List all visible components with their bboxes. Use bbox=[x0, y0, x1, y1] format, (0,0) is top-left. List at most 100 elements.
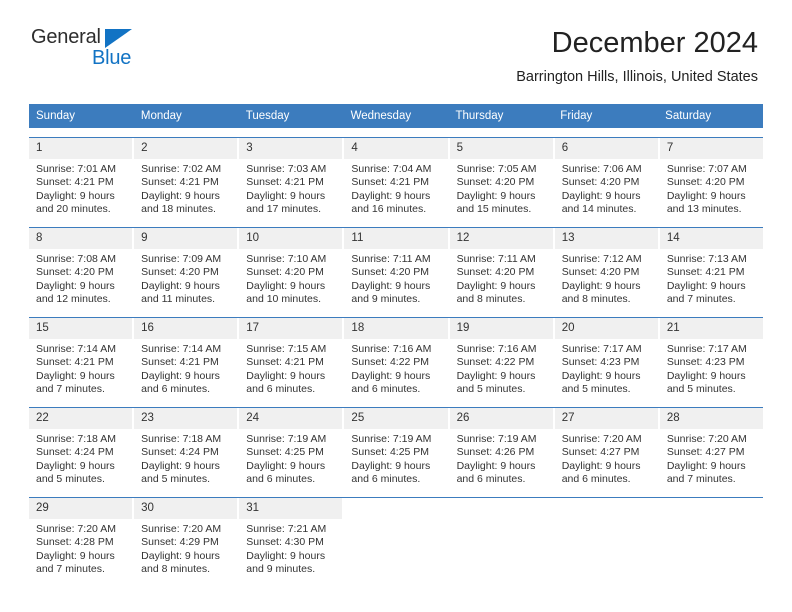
day-cell[interactable]: 16 Sunrise: 7:14 AM Sunset: 4:21 PM Dayl… bbox=[134, 318, 238, 398]
sunrise-text: Sunrise: 7:17 AM bbox=[666, 343, 747, 355]
daylight-text-line2: and 15 minutes. bbox=[456, 203, 532, 216]
day-cell[interactable]: 1 Sunrise: 7:01 AM Sunset: 4:21 PM Dayli… bbox=[29, 138, 133, 218]
day-cell[interactable]: 20 Sunrise: 7:17 AM Sunset: 4:23 PM Dayl… bbox=[554, 318, 658, 398]
day-details: Sunrise: 7:14 AM Sunset: 4:21 PM Dayligh… bbox=[134, 339, 237, 397]
daylight-text-line2: and 9 minutes. bbox=[246, 563, 316, 576]
day-details: Sunrise: 7:13 AM Sunset: 4:21 PM Dayligh… bbox=[660, 249, 763, 307]
daylight-text-line2: and 6 minutes. bbox=[561, 473, 631, 486]
day-number: 2 bbox=[134, 138, 238, 159]
daylight-text-line1: Daylight: 9 hours bbox=[666, 279, 746, 292]
day-cell[interactable]: 29 Sunrise: 7:20 AM Sunset: 4:28 PM Dayl… bbox=[29, 498, 133, 578]
sunrise-text: Sunrise: 7:18 AM bbox=[141, 433, 222, 445]
day-cell[interactable]: 5 Sunrise: 7:05 AM Sunset: 4:20 PM Dayli… bbox=[449, 138, 553, 218]
day-cell[interactable]: 10 Sunrise: 7:10 AM Sunset: 4:20 PM Dayl… bbox=[239, 228, 343, 308]
day-number: 10 bbox=[239, 228, 343, 249]
sunset-text: Sunset: 4:21 PM bbox=[351, 176, 430, 189]
day-cell[interactable]: 18 Sunrise: 7:16 AM Sunset: 4:22 PM Dayl… bbox=[344, 318, 448, 398]
day-details: Sunrise: 7:02 AM Sunset: 4:21 PM Dayligh… bbox=[134, 159, 237, 217]
sunrise-text: Sunrise: 7:20 AM bbox=[36, 523, 116, 535]
day-details: Sunrise: 7:20 AM Sunset: 4:29 PM Dayligh… bbox=[134, 519, 237, 577]
day-details: Sunrise: 7:19 AM Sunset: 4:25 PM Dayligh… bbox=[344, 429, 447, 487]
day-details: Sunrise: 7:21 AM Sunset: 4:30 PM Dayligh… bbox=[239, 519, 342, 577]
sunset-text: Sunset: 4:20 PM bbox=[141, 266, 219, 279]
day-cell[interactable]: 26 Sunrise: 7:19 AM Sunset: 4:26 PM Dayl… bbox=[449, 408, 553, 488]
daylight-text-line1: Daylight: 9 hours bbox=[561, 459, 641, 472]
day-details: Sunrise: 7:20 AM Sunset: 4:27 PM Dayligh… bbox=[555, 429, 658, 487]
weekday-header-thursday: Thursday bbox=[455, 110, 504, 122]
daylight-text-line1: Daylight: 9 hours bbox=[141, 279, 220, 292]
day-number bbox=[344, 498, 448, 506]
day-cell[interactable]: 12 Sunrise: 7:11 AM Sunset: 4:20 PM Dayl… bbox=[449, 228, 553, 308]
day-cell[interactable]: 17 Sunrise: 7:15 AM Sunset: 4:21 PM Dayl… bbox=[239, 318, 343, 398]
day-cell[interactable]: 21 Sunrise: 7:17 AM Sunset: 4:23 PM Dayl… bbox=[659, 318, 763, 398]
day-cell[interactable]: 13 Sunrise: 7:12 AM Sunset: 4:20 PM Dayl… bbox=[554, 228, 658, 308]
day-cell[interactable]: 9 Sunrise: 7:09 AM Sunset: 4:20 PM Dayli… bbox=[134, 228, 238, 308]
daylight-text-line1: Daylight: 9 hours bbox=[141, 549, 220, 562]
day-cell[interactable]: 4 Sunrise: 7:04 AM Sunset: 4:21 PM Dayli… bbox=[344, 138, 448, 218]
sunset-text: Sunset: 4:21 PM bbox=[141, 176, 219, 189]
day-cell[interactable]: 8 Sunrise: 7:08 AM Sunset: 4:20 PM Dayli… bbox=[29, 228, 133, 308]
day-details: Sunrise: 7:10 AM Sunset: 4:20 PM Dayligh… bbox=[239, 249, 342, 307]
daylight-text-line1: Daylight: 9 hours bbox=[351, 369, 431, 382]
daylight-text-line1: Daylight: 9 hours bbox=[141, 459, 220, 472]
day-number: 6 bbox=[554, 138, 658, 159]
day-cell[interactable]: 19 Sunrise: 7:16 AM Sunset: 4:22 PM Dayl… bbox=[449, 318, 553, 398]
day-number: 27 bbox=[554, 408, 658, 429]
weekday-header-row: Sunday Monday Tuesday Wednesday Thursday… bbox=[29, 104, 763, 128]
day-details: Sunrise: 7:01 AM Sunset: 4:21 PM Dayligh… bbox=[29, 159, 132, 217]
general-blue-logo[interactable]: General Blue bbox=[30, 26, 150, 74]
title-block: December 2024 Barrington Hills, Illinois… bbox=[516, 26, 758, 87]
day-cell[interactable]: 7 Sunrise: 7:07 AM Sunset: 4:20 PM Dayli… bbox=[659, 138, 763, 218]
day-number: 30 bbox=[134, 498, 238, 519]
sunrise-text: Sunrise: 7:10 AM bbox=[246, 253, 327, 265]
page-title: December 2024 bbox=[551, 27, 758, 59]
day-number: 3 bbox=[239, 138, 343, 159]
sunrise-text: Sunrise: 7:01 AM bbox=[36, 163, 116, 175]
day-number: 17 bbox=[239, 318, 343, 339]
day-cell[interactable]: 28 Sunrise: 7:20 AM Sunset: 4:27 PM Dayl… bbox=[659, 408, 763, 488]
sunrise-text: Sunrise: 7:17 AM bbox=[561, 343, 642, 355]
day-cell[interactable]: 27 Sunrise: 7:20 AM Sunset: 4:27 PM Dayl… bbox=[554, 408, 658, 488]
sunset-text: Sunset: 4:20 PM bbox=[561, 176, 640, 189]
day-number: 18 bbox=[344, 318, 448, 339]
day-cell[interactable]: 6 Sunrise: 7:06 AM Sunset: 4:20 PM Dayli… bbox=[554, 138, 658, 218]
day-cell[interactable]: 30 Sunrise: 7:20 AM Sunset: 4:29 PM Dayl… bbox=[134, 498, 238, 578]
day-cell[interactable]: 24 Sunrise: 7:19 AM Sunset: 4:25 PM Dayl… bbox=[239, 408, 343, 488]
day-cell[interactable]: 31 Sunrise: 7:21 AM Sunset: 4:30 PM Dayl… bbox=[239, 498, 343, 578]
daylight-text-line1: Daylight: 9 hours bbox=[351, 189, 431, 202]
sunrise-text: Sunrise: 7:19 AM bbox=[246, 433, 327, 445]
daylight-text-line1: Daylight: 9 hours bbox=[456, 369, 536, 382]
day-cell[interactable]: 2 Sunrise: 7:02 AM Sunset: 4:21 PM Dayli… bbox=[134, 138, 238, 218]
day-cell[interactable]: 23 Sunrise: 7:18 AM Sunset: 4:24 PM Dayl… bbox=[134, 408, 238, 488]
daylight-text-line1: Daylight: 9 hours bbox=[246, 459, 326, 472]
day-number: 19 bbox=[449, 318, 553, 339]
sunset-text: Sunset: 4:21 PM bbox=[36, 356, 114, 369]
daylight-text-line2: and 6 minutes. bbox=[351, 383, 421, 396]
sunrise-text: Sunrise: 7:14 AM bbox=[36, 343, 116, 355]
sunrise-text: Sunrise: 7:12 AM bbox=[561, 253, 642, 265]
daylight-text-line2: and 20 minutes. bbox=[36, 203, 111, 216]
daylight-text-line1: Daylight: 9 hours bbox=[246, 369, 326, 382]
weekday-header-friday: Friday bbox=[560, 110, 593, 122]
day-details: Sunrise: 7:18 AM Sunset: 4:24 PM Dayligh… bbox=[29, 429, 132, 487]
day-cell-empty bbox=[554, 498, 658, 578]
sunset-text: Sunset: 4:20 PM bbox=[666, 176, 745, 189]
day-number bbox=[449, 498, 553, 506]
day-cell[interactable]: 3 Sunrise: 7:03 AM Sunset: 4:21 PM Dayli… bbox=[239, 138, 343, 218]
daylight-text-line2: and 6 minutes. bbox=[351, 473, 421, 486]
weekday-header-sunday: Sunday bbox=[36, 110, 76, 122]
day-cell[interactable]: 15 Sunrise: 7:14 AM Sunset: 4:21 PM Dayl… bbox=[29, 318, 133, 398]
day-cell[interactable]: 11 Sunrise: 7:11 AM Sunset: 4:20 PM Dayl… bbox=[344, 228, 448, 308]
page-header: General Blue December 2024 Barrington Hi… bbox=[0, 0, 792, 85]
day-details: Sunrise: 7:16 AM Sunset: 4:22 PM Dayligh… bbox=[450, 339, 553, 397]
daylight-text-line1: Daylight: 9 hours bbox=[141, 369, 220, 382]
day-details: Sunrise: 7:17 AM Sunset: 4:23 PM Dayligh… bbox=[555, 339, 658, 397]
daylight-text-line2: and 18 minutes. bbox=[141, 203, 216, 216]
daylight-text-line2: and 7 minutes. bbox=[36, 563, 105, 576]
day-cell[interactable]: 14 Sunrise: 7:13 AM Sunset: 4:21 PM Dayl… bbox=[659, 228, 763, 308]
sunrise-text: Sunrise: 7:20 AM bbox=[561, 433, 642, 445]
logo-text-blue: Blue bbox=[92, 47, 132, 69]
daylight-text-line2: and 6 minutes. bbox=[246, 383, 316, 396]
day-cell[interactable]: 22 Sunrise: 7:18 AM Sunset: 4:24 PM Dayl… bbox=[29, 408, 133, 488]
day-cell[interactable]: 25 Sunrise: 7:19 AM Sunset: 4:25 PM Dayl… bbox=[344, 408, 448, 488]
